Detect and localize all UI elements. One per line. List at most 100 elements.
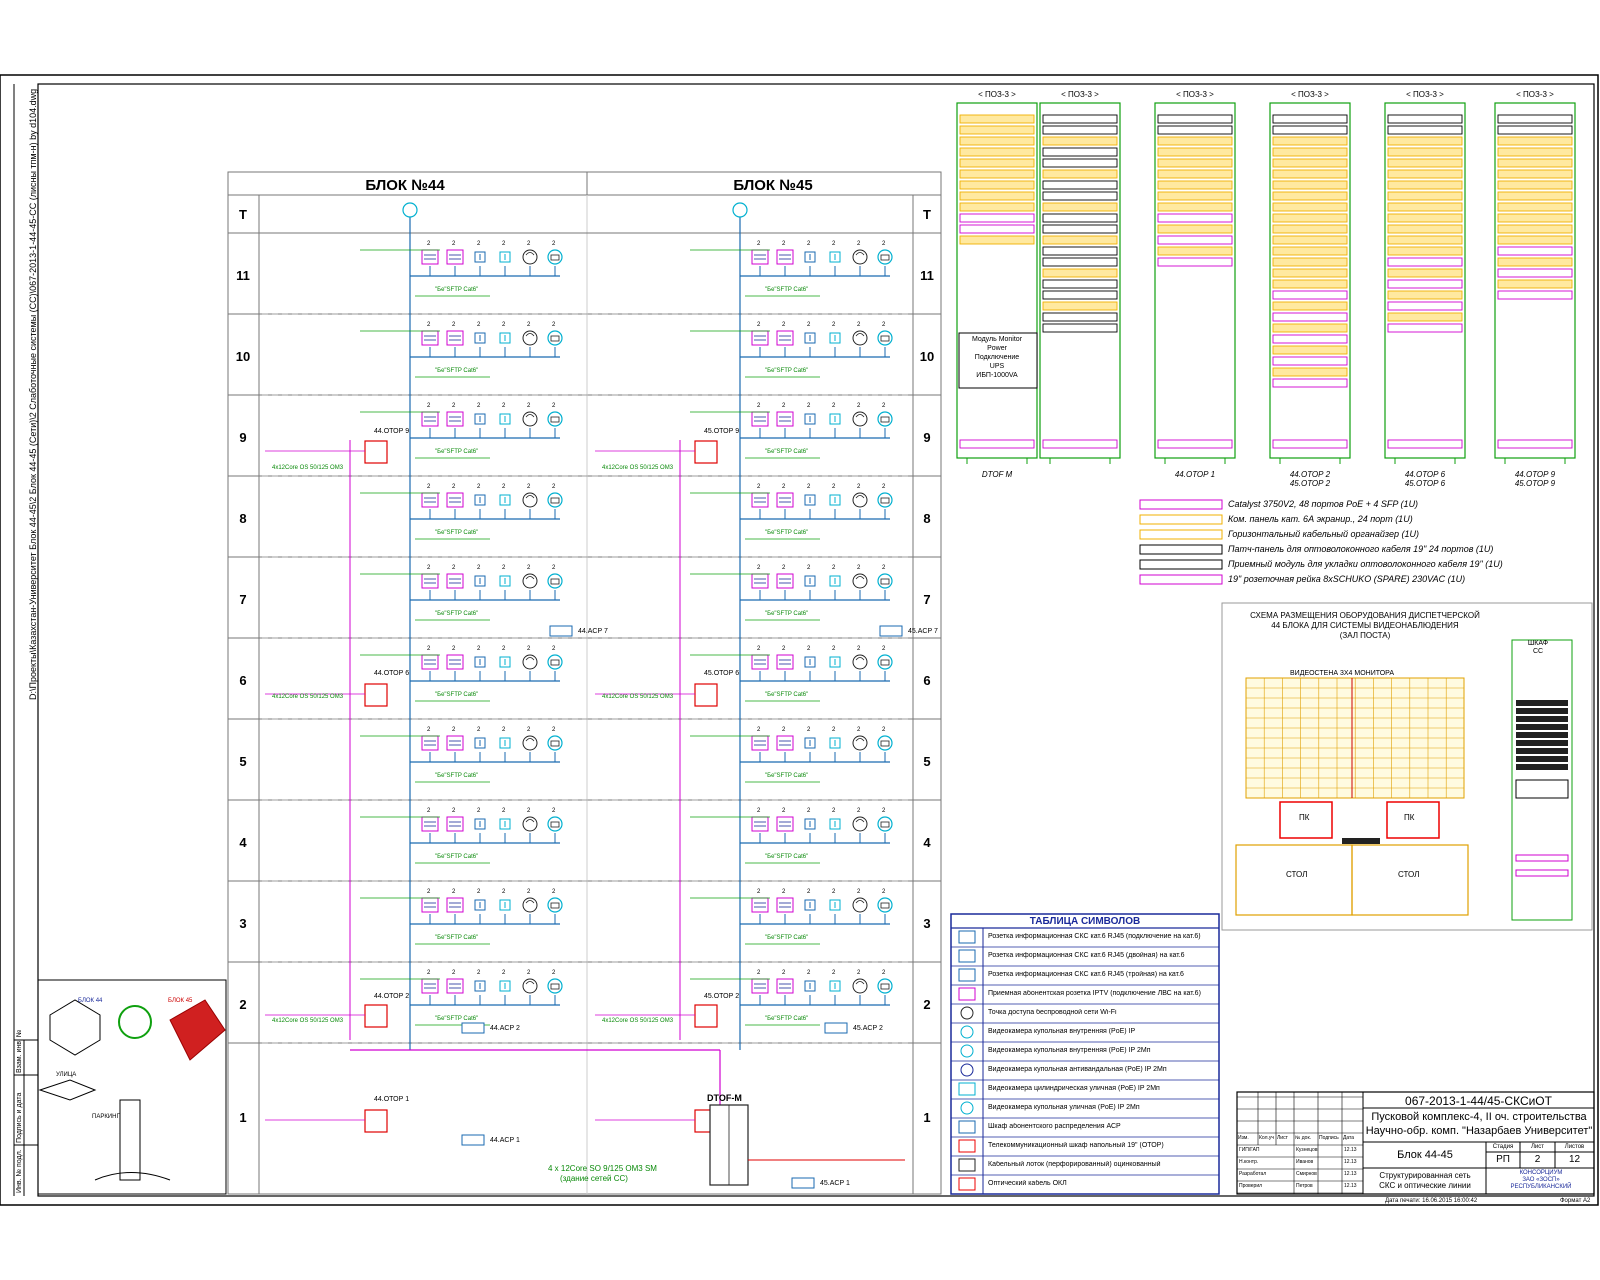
camera-icon-block44-3-5 [547, 492, 563, 508]
block44-cabinet-label-1: 44.ОТОР 6 [374, 670, 410, 677]
cr-cab-line-2: СС [1532, 648, 1544, 655]
outlet-iptv-icon-block44-7-0 [421, 816, 439, 832]
cable-label-44-8: "Бе"SFTP Cat6" [435, 935, 479, 941]
rack-unit-5-14 [1497, 268, 1573, 278]
rack-unit-4-9 [1387, 213, 1463, 223]
symbol-icon-1 [958, 949, 976, 963]
rack-unit-0-10 [959, 224, 1035, 234]
rack-legend-swatch-1 [1139, 514, 1223, 525]
rack-bottom-label-2: 44.ОТОР 2 45.ОТОР 2 [1289, 470, 1331, 488]
svg-text:2: 2 [427, 322, 431, 328]
acp-box-4 [461, 1134, 485, 1146]
tb-col-1: Кол.уч [1259, 1135, 1274, 1141]
rack-unit-0-9 [959, 213, 1035, 223]
rack-unit-4-15 [1387, 279, 1463, 289]
tb-company: КОНСОРЦИУМ ЗАО «ЗОСП» РЕСПУБЛИКАНСКИЙ [1488, 1170, 1594, 1191]
rack-unit-3-4 [1272, 158, 1348, 168]
floor-label-left-6: 6 [239, 672, 247, 688]
rack-unit-2-13 [1157, 257, 1233, 267]
outlet-iptv-icon-block45-5-1 [776, 654, 794, 670]
rack-unit-1-10 [1042, 224, 1118, 234]
rack-unit-2-11 [1157, 235, 1233, 245]
svg-text:2: 2 [502, 646, 506, 652]
svg-text:2: 2 [882, 727, 886, 733]
svg-text:2: 2 [807, 565, 811, 571]
acp-label-4: 44.ACP 1 [490, 1137, 520, 1144]
tb-col-4: Подпись [1319, 1135, 1339, 1141]
rack-unit-1-4 [1042, 158, 1118, 168]
rack-pdu-3 [1272, 439, 1348, 449]
tb-stage-header: Стадия [1492, 1144, 1514, 1150]
rack-unit-4-11 [1387, 235, 1463, 245]
symbol-icon-2 [958, 968, 976, 982]
rack-unit-1-7 [1042, 191, 1118, 201]
symbol-icon-8 [958, 1082, 976, 1096]
svg-text:2: 2 [757, 565, 761, 571]
svg-text:2: 2 [527, 403, 531, 409]
svg-text:2: 2 [782, 970, 786, 976]
outlet-iptv-icon-block45-3-1 [776, 492, 794, 508]
rack-unit-0-7 [959, 191, 1035, 201]
svg-text:2: 2 [857, 646, 861, 652]
floor-label-left-3: 3 [239, 915, 247, 931]
cable-label-45-3: "Бе"SFTP Cat6" [765, 530, 809, 536]
floor-label-left-4: 4 [239, 834, 247, 850]
rack-unit-1-16 [1042, 290, 1118, 300]
svg-text:2: 2 [882, 322, 886, 328]
camera-icon-block44-1-5 [547, 330, 563, 346]
floor-label-right-5: 5 [923, 753, 931, 769]
svg-text:2: 2 [832, 889, 836, 895]
rack-unit-4-18 [1387, 312, 1463, 322]
floor-label-right-1: 1 [923, 1110, 931, 1125]
pc-label-2: ПК [1404, 813, 1415, 822]
svg-text:2: 2 [757, 403, 761, 409]
rack-legend-swatch-0 [1139, 499, 1223, 510]
rack-unit-3-15 [1272, 279, 1348, 289]
svg-text:2: 2 [807, 322, 811, 328]
floor-label-left-2: 2 [239, 996, 247, 1012]
rack-unit-5-2 [1497, 136, 1573, 146]
floor-label-right-2: 2 [923, 996, 931, 1012]
pc-label-1: ПК [1299, 813, 1310, 822]
tb-dn-1: Структурированная сеть [1379, 1171, 1471, 1180]
symbol-icon-4 [960, 1006, 974, 1020]
svg-text:2: 2 [882, 565, 886, 571]
svg-text:2: 2 [782, 646, 786, 652]
rack-legend-text-5: 19" розеточная рейка 8xSCHUKO (SPARE) 23… [1228, 574, 1466, 584]
stamp-text-2: Подпись и дата [16, 1092, 23, 1143]
outlet-iptv-icon-block45-1-0 [751, 330, 769, 346]
rack-unit-4-2 [1387, 136, 1463, 146]
outlet-iptv-icon-block44-9-0 [421, 978, 439, 994]
svg-text:2: 2 [882, 970, 886, 976]
site-building-d [38, 1079, 97, 1101]
outlet-iptv-icon-block45-0-0 [751, 249, 769, 265]
tb-block-name: Блок 44-45 [1397, 1149, 1453, 1161]
acp-label-3: 45.ACP 2 [853, 1025, 883, 1032]
camera-icon-block45-2-5 [877, 411, 893, 427]
site-label-1: БЛОК 44 [78, 998, 103, 1004]
rack-unit-2-7 [1157, 191, 1233, 201]
fiber-label-44-2: 4x12Core OS 50/125 OM3 [272, 1018, 344, 1024]
rack-unit-5-11 [1497, 235, 1573, 245]
rack-unit-5-6 [1497, 180, 1573, 190]
svg-text:2: 2 [757, 646, 761, 652]
cr-title-3: (ЗАЛ ПОСТА) [1339, 631, 1391, 640]
svg-text:2: 2 [857, 970, 861, 976]
svg-text:2: 2 [832, 727, 836, 733]
camera-icon-block45-0-5 [877, 249, 893, 265]
rack-legend-swatch-3 [1139, 544, 1223, 555]
svg-text:2: 2 [807, 484, 811, 490]
svg-text:2: 2 [757, 970, 761, 976]
svg-text:2: 2 [477, 727, 481, 733]
outlet-iptv-icon-block44-2-0 [421, 411, 439, 427]
cable-label-45-0: "Бе"SFTP Cat6" [765, 287, 809, 293]
tb-sheet: 2 [1534, 1154, 1541, 1165]
desk-1 [1235, 844, 1353, 916]
svg-text:2: 2 [502, 727, 506, 733]
svg-text:2: 2 [782, 727, 786, 733]
symbol-icon-0 [958, 930, 976, 944]
rack-top-label-4: < ПОЗ-3 > [1406, 90, 1444, 99]
rack-pdu-0 [959, 439, 1035, 449]
block45-cabinet-2 [694, 1004, 718, 1028]
acp-box-0 [549, 625, 573, 637]
